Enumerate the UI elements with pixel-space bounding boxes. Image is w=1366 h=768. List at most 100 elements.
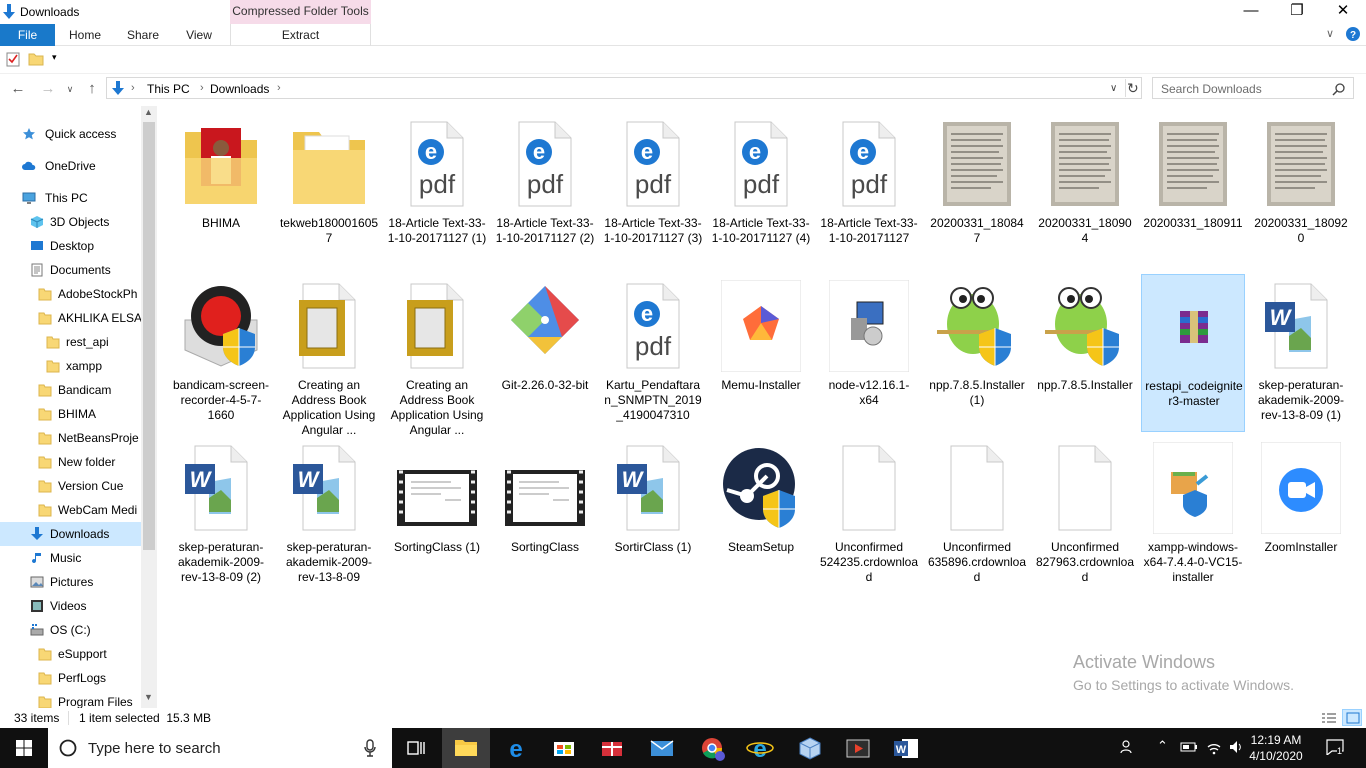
scroll-down-icon[interactable]: ▼ bbox=[144, 692, 153, 702]
file-item[interactable]: tekweb1800016057 bbox=[277, 112, 381, 270]
show-hidden-icons[interactable]: ⌃ bbox=[1157, 738, 1168, 754]
crumb-downloads[interactable]: Downloads bbox=[210, 82, 269, 96]
nav-item-akhlika-elsa[interactable]: AKHLIKA ELSA bbox=[0, 306, 141, 330]
nav-item-documents[interactable]: Documents bbox=[0, 258, 141, 282]
file-item[interactable]: Creating an Address Book Application Usi… bbox=[277, 274, 381, 437]
crumb-this-pc[interactable]: This PC bbox=[147, 82, 190, 96]
file-item[interactable]: W SortirClass (1) bbox=[601, 436, 705, 594]
file-item[interactable]: 20200331_180847 bbox=[925, 112, 1029, 270]
help-icon[interactable]: ? bbox=[1346, 27, 1360, 41]
search-box[interactable]: Search Downloads bbox=[1152, 77, 1354, 99]
expand-ribbon-icon[interactable]: ∨ bbox=[1326, 27, 1334, 40]
up-button[interactable]: ↑ bbox=[82, 79, 102, 99]
file-item[interactable]: restapi_codeigniter3-master bbox=[1141, 274, 1245, 432]
nav-item-this-pc[interactable]: This PC bbox=[0, 186, 141, 210]
file-item[interactable]: e pdf 18-Article Text-33-1-10-20171127 (1) bbox=[385, 112, 489, 270]
file-item[interactable]: e pdf 18-Article Text-33-1-10-20171127 bbox=[817, 112, 921, 270]
clock[interactable]: 12:19 AM 4/10/2020 bbox=[1246, 732, 1306, 764]
address-dropdown-icon[interactable]: ∨ bbox=[1110, 83, 1117, 94]
nav-item-webcam-medi[interactable]: WebCam Medi bbox=[0, 498, 141, 522]
file-item[interactable]: Wskep-peraturan-akademik-2009-rev-13-8-0… bbox=[1249, 274, 1353, 432]
customize-toolbar-icon[interactable]: ▾ bbox=[52, 52, 57, 63]
back-button[interactable]: ← bbox=[8, 79, 28, 99]
nav-item-rest-api[interactable]: rest_api bbox=[0, 330, 141, 354]
refresh-icon[interactable]: ↻ bbox=[1127, 80, 1139, 97]
file-item[interactable]: Unconfirmed 827963.crdownload bbox=[1033, 436, 1137, 594]
search-input[interactable]: Search Downloads bbox=[1161, 82, 1262, 96]
nav-item-pictures[interactable]: Pictures bbox=[0, 570, 141, 594]
virtualbox-taskbar-icon[interactable] bbox=[786, 728, 834, 768]
nav-item-esupport[interactable]: eSupport bbox=[0, 642, 141, 666]
mail-taskbar-icon[interactable] bbox=[638, 728, 686, 768]
nav-scrollbar[interactable]: ▲ ▼ bbox=[141, 106, 157, 708]
nav-item-new-folder[interactable]: New folder bbox=[0, 450, 141, 474]
file-item[interactable]: Unconfirmed 635896.crdownload bbox=[925, 436, 1029, 594]
media-player-taskbar-icon[interactable] bbox=[834, 728, 882, 768]
tab-share[interactable]: Share bbox=[116, 24, 170, 46]
nav-item-videos[interactable]: Videos bbox=[0, 594, 141, 618]
file-item[interactable]: node-v12.16.1-x64 bbox=[817, 274, 921, 432]
minimize-button[interactable]: — bbox=[1228, 0, 1274, 24]
scroll-up-icon[interactable]: ▲ bbox=[144, 107, 153, 117]
microphone-icon[interactable] bbox=[364, 739, 376, 757]
nav-item-netbeansproje[interactable]: NetBeansProje bbox=[0, 426, 141, 450]
file-item[interactable]: Git-2.26.0-32-bit bbox=[493, 274, 597, 432]
tab-file[interactable]: File bbox=[0, 24, 55, 46]
ie-taskbar-icon[interactable]: e bbox=[736, 728, 784, 768]
file-item[interactable]: Unconfirmed 524235.crdownload bbox=[817, 436, 921, 594]
nav-item-desktop[interactable]: Desktop bbox=[0, 234, 141, 258]
file-item[interactable]: e pdf 18-Article Text-33-1-10-20171127 (2) bbox=[493, 112, 597, 270]
wifi-icon[interactable] bbox=[1206, 739, 1222, 755]
file-item[interactable]: npp.7.8.5.Installer (1) bbox=[925, 274, 1029, 432]
file-explorer-taskbar-icon[interactable] bbox=[442, 728, 490, 768]
battery-icon[interactable] bbox=[1180, 741, 1198, 753]
file-item[interactable]: bandicam-screen-recorder-4-5-7-1660 bbox=[169, 274, 273, 432]
file-item[interactable]: SortingClass (1) bbox=[385, 436, 489, 594]
file-item[interactable]: BHIMA bbox=[169, 112, 273, 270]
file-item[interactable]: 20200331_180911 bbox=[1141, 112, 1245, 270]
gift-taskbar-icon[interactable] bbox=[588, 728, 636, 768]
chrome-taskbar-icon[interactable] bbox=[688, 728, 736, 768]
store-taskbar-icon[interactable] bbox=[540, 728, 588, 768]
word-taskbar-icon[interactable]: W bbox=[882, 728, 930, 768]
nav-item-os-c-[interactable]: OS (C:) bbox=[0, 618, 141, 642]
file-item[interactable]: SortingClass bbox=[493, 436, 597, 594]
recent-locations-icon[interactable]: ∨ bbox=[60, 79, 80, 99]
volume-icon[interactable] bbox=[1228, 739, 1244, 755]
file-item[interactable]: ZoomInstaller bbox=[1249, 436, 1353, 594]
search-icon[interactable] bbox=[1332, 82, 1346, 96]
task-view-icon[interactable] bbox=[392, 728, 440, 768]
file-item[interactable]: 20200331_180904 bbox=[1033, 112, 1137, 270]
new-folder-icon[interactable] bbox=[28, 52, 44, 66]
nav-item-downloads[interactable]: Downloads bbox=[0, 522, 141, 546]
tab-extract[interactable]: Extract bbox=[230, 24, 371, 46]
tab-view[interactable]: View bbox=[172, 24, 226, 46]
file-item[interactable]: 20200331_180920 bbox=[1249, 112, 1353, 270]
nav-item-program-files[interactable]: Program Files bbox=[0, 690, 141, 708]
file-item[interactable]: Creating an Address Book Application Usi… bbox=[385, 274, 489, 437]
large-icons-view-icon[interactable] bbox=[1342, 709, 1362, 726]
close-button[interactable]: ✕ bbox=[1320, 0, 1366, 24]
nav-item-version-cue[interactable]: Version Cue bbox=[0, 474, 141, 498]
windows-start-icon[interactable] bbox=[0, 728, 48, 768]
restore-button[interactable]: ❐ bbox=[1274, 0, 1320, 24]
edge-taskbar-icon[interactable]: e bbox=[492, 728, 540, 768]
nav-item-adobestockph[interactable]: AdobeStockPh bbox=[0, 282, 141, 306]
nav-item-bandicam[interactable]: Bandicam bbox=[0, 378, 141, 402]
nav-item-bhima[interactable]: BHIMA bbox=[0, 402, 141, 426]
address-box[interactable]: › This PC › Downloads › ∨ ↻ bbox=[106, 77, 1142, 99]
file-item[interactable]: npp.7.8.5.Installer bbox=[1033, 274, 1137, 432]
forward-button[interactable]: → bbox=[38, 79, 58, 99]
nav-item-xampp[interactable]: xampp bbox=[0, 354, 141, 378]
nav-scroll-thumb[interactable] bbox=[143, 122, 155, 550]
file-item[interactable]: Memu-Installer bbox=[709, 274, 813, 432]
nav-item-3d-objects[interactable]: 3D Objects bbox=[0, 210, 141, 234]
tab-home[interactable]: Home bbox=[58, 24, 112, 46]
file-item[interactable]: xampp-windows-x64-7.4.4-0-VC15-installer bbox=[1141, 436, 1245, 594]
nav-item-perflogs[interactable]: PerfLogs bbox=[0, 666, 141, 690]
details-view-icon[interactable] bbox=[1321, 711, 1337, 725]
taskbar-search[interactable]: Type here to search bbox=[48, 728, 392, 768]
file-item[interactable]: Wskep-peraturan-akademik-2009-rev-13-8-0… bbox=[169, 436, 273, 594]
nav-item-music[interactable]: Music bbox=[0, 546, 141, 570]
people-icon[interactable] bbox=[1120, 739, 1136, 755]
